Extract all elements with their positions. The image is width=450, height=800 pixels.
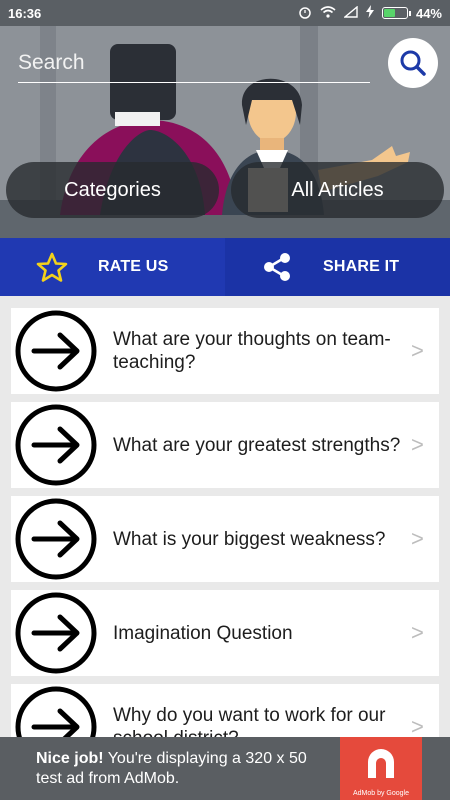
battery-level: 44% (415, 5, 442, 21)
search-button[interactable] (388, 38, 438, 88)
question-text: Imagination Question (113, 622, 293, 644)
search-icon (400, 50, 426, 76)
list-item[interactable]: Imagination Question > (11, 590, 439, 676)
action-bar: RATE US SHARE IT (0, 238, 450, 296)
question-text: What is your biggest weakness? (113, 528, 386, 550)
rate-us-label: RATE US (98, 258, 169, 275)
ad-banner[interactable]: Nice job! You're displaying a 320 x 50 t… (0, 737, 450, 800)
category-tabs: Categories All Articles (6, 162, 444, 218)
ad-caption: AdMob by Google (352, 790, 410, 797)
admob-icon (368, 748, 394, 778)
ad-message: Nice job! You're displaying a 320 x 50 t… (0, 749, 340, 789)
arrow-circle-icon (11, 308, 101, 394)
chevron-right-icon: > (411, 432, 424, 457)
status-bar: 16:36 44% (0, 0, 450, 26)
rate-us-button[interactable]: RATE US (0, 238, 225, 296)
share-it-label: SHARE IT (323, 258, 400, 275)
question-text: What are your thoughts on team-teaching? (113, 329, 391, 373)
alarm-icon (298, 5, 312, 22)
list-item[interactable]: What are your greatest strengths? > (11, 402, 439, 488)
chevron-right-icon: > (411, 620, 424, 645)
header-hero: Categories All Articles (0, 0, 450, 238)
signal-icon (343, 5, 358, 21)
list-item[interactable]: What is your biggest weakness? > (11, 496, 439, 582)
tab-all-articles[interactable]: All Articles (231, 162, 444, 218)
charging-icon (365, 5, 374, 21)
list-item[interactable]: What are your thoughts on team-teaching?… (11, 308, 439, 394)
battery-icon (381, 7, 411, 19)
chevron-right-icon: > (411, 338, 424, 363)
share-icon (264, 253, 290, 281)
star-icon (36, 252, 68, 282)
share-it-button[interactable]: SHARE IT (225, 238, 450, 296)
tab-categories[interactable]: Categories (6, 162, 219, 218)
arrow-circle-icon (11, 402, 101, 488)
status-time: 16:36 (8, 5, 42, 21)
admob-logo[interactable]: AdMob by Google (340, 737, 422, 800)
chevron-right-icon: > (411, 526, 424, 551)
ad-headline: Nice job! (36, 749, 104, 767)
wifi-icon (320, 5, 336, 21)
search-input[interactable] (18, 43, 370, 83)
question-text: What are your greatest strengths? (113, 434, 401, 456)
search-bar (18, 38, 438, 88)
arrow-circle-icon (11, 496, 101, 582)
arrow-circle-icon (11, 590, 101, 676)
